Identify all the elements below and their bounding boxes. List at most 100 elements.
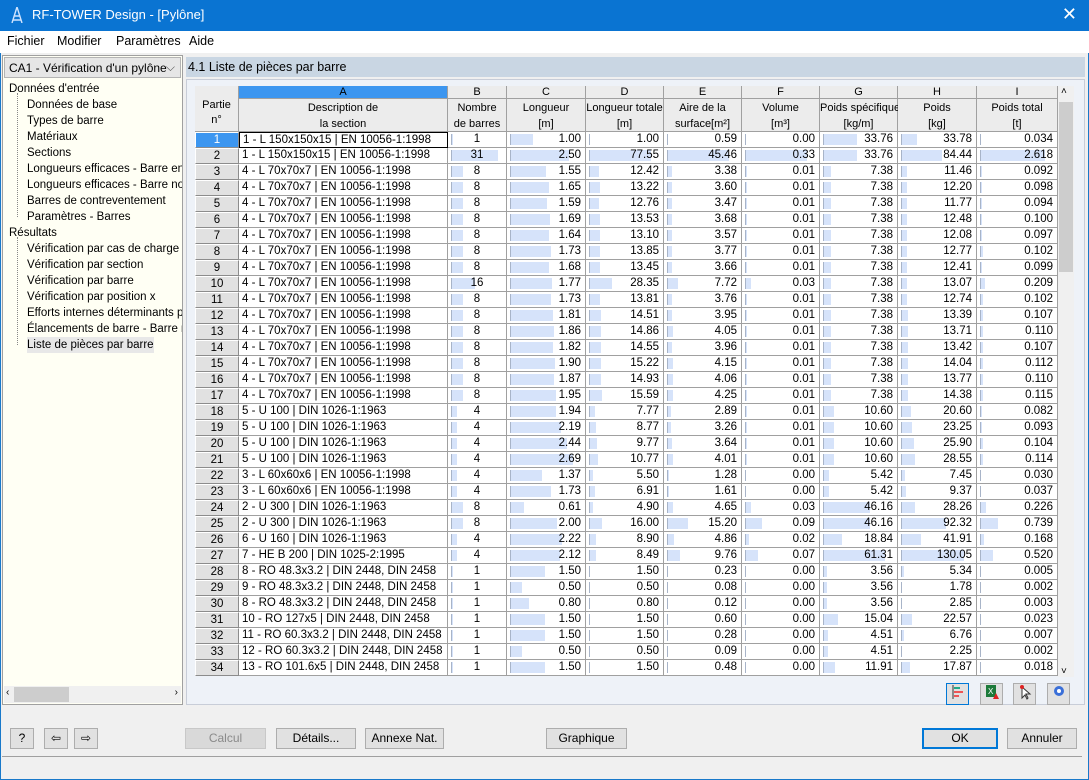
- tree-item[interactable]: Vérification par cas de charge: [27, 241, 179, 257]
- row-number[interactable]: 11: [195, 292, 239, 308]
- row-number[interactable]: 31: [195, 612, 239, 628]
- section-description[interactable]: 4 - L 70x70x7 | EN 10056-1:1998: [239, 228, 448, 244]
- row-number[interactable]: 28: [195, 564, 239, 580]
- section-description[interactable]: 8 - RO 48.3x3.2 | DIN 2448, DIN 2458: [239, 564, 448, 580]
- column-letter-A[interactable]: A: [239, 86, 448, 99]
- section-description[interactable]: 4 - L 70x70x7 | EN 10056-1:1998: [239, 276, 448, 292]
- tree-item[interactable]: Sections: [27, 145, 71, 161]
- details-button[interactable]: Détails...: [276, 728, 356, 749]
- tree-group-input[interactable]: Données d'entrée: [9, 81, 99, 97]
- tree-item[interactable]: Efforts internes déterminants pa: [27, 305, 182, 321]
- row-number[interactable]: 14: [195, 340, 239, 356]
- section-description[interactable]: 3 - L 60x60x6 | EN 10056-1:1998: [239, 468, 448, 484]
- section-description[interactable]: 4 - L 70x70x7 | EN 10056-1:1998: [239, 388, 448, 404]
- row-number[interactable]: 25: [195, 516, 239, 532]
- section-description[interactable]: 12 - RO 60.3x3.2 | DIN 2448, DIN 2458: [239, 644, 448, 660]
- help-icon[interactable]: ?: [10, 728, 34, 749]
- section-description[interactable]: 11 - RO 60.3x3.2 | DIN 2448, DIN 2458: [239, 628, 448, 644]
- menu-parametres[interactable]: Paramètres: [116, 34, 181, 48]
- section-description[interactable]: 9 - RO 48.3x3.2 | DIN 2448, DIN 2458: [239, 580, 448, 596]
- section-description[interactable]: 4 - L 70x70x7 | EN 10056-1:1998: [239, 212, 448, 228]
- row-number[interactable]: 17: [195, 388, 239, 404]
- row-number[interactable]: 6: [195, 212, 239, 228]
- excel-export-icon[interactable]: X: [980, 683, 1003, 705]
- row-number[interactable]: 21: [195, 452, 239, 468]
- row-number[interactable]: 13: [195, 324, 239, 340]
- section-description[interactable]: 6 - U 160 | DIN 1026-1:1963: [239, 532, 448, 548]
- row-number[interactable]: 15: [195, 356, 239, 372]
- section-description[interactable]: 4 - L 70x70x7 | EN 10056-1:1998: [239, 308, 448, 324]
- column-letter-I[interactable]: I: [977, 86, 1058, 99]
- tree-item[interactable]: Paramètres - Barres: [27, 209, 131, 225]
- section-description[interactable]: 4 - L 70x70x7 | EN 10056-1:1998: [239, 324, 448, 340]
- tree-item[interactable]: Vérification par barre: [27, 273, 134, 289]
- column-letter-D[interactable]: D: [586, 86, 664, 99]
- tree-item[interactable]: Longueurs efficaces - Barre non: [27, 177, 182, 193]
- ok-button[interactable]: OK: [922, 728, 998, 749]
- section-description[interactable]: 5 - U 100 | DIN 1026-1:1963: [239, 452, 448, 468]
- row-number[interactable]: 20: [195, 436, 239, 452]
- bar-chart-icon[interactable]: [946, 683, 969, 705]
- section-description[interactable]: 4 - L 70x70x7 | EN 10056-1:1998: [239, 196, 448, 212]
- annuler-button[interactable]: Annuler: [1007, 728, 1077, 749]
- row-number[interactable]: 10: [195, 276, 239, 292]
- section-description[interactable]: 4 - L 70x70x7 | EN 10056-1:1998: [239, 180, 448, 196]
- row-number[interactable]: 9: [195, 260, 239, 276]
- section-description[interactable]: 4 - L 70x70x7 | EN 10056-1:1998: [239, 292, 448, 308]
- section-description[interactable]: 4 - L 70x70x7 | EN 10056-1:1998: [239, 356, 448, 372]
- tree-item[interactable]: Longueurs efficaces - Barre en t: [27, 161, 182, 177]
- tree-item[interactable]: Élancements de barre - Barre no: [27, 321, 182, 337]
- graphique-button[interactable]: Graphique: [546, 728, 627, 749]
- tree-item[interactable]: Vérification par section: [27, 257, 143, 273]
- previous-icon[interactable]: ⇦: [44, 728, 68, 749]
- section-description[interactable]: 2 - U 300 | DIN 1026-1:1963: [239, 516, 448, 532]
- row-number[interactable]: 8: [195, 244, 239, 260]
- row-number[interactable]: 26: [195, 532, 239, 548]
- column-letter-E[interactable]: E: [664, 86, 742, 99]
- tree-item[interactable]: Types de barre: [27, 113, 104, 129]
- section-description[interactable]: 13 - RO 101.6x5 | DIN 2448, DIN 2458: [239, 660, 448, 676]
- eye-icon[interactable]: [1047, 683, 1070, 705]
- section-description[interactable]: 5 - U 100 | DIN 1026-1:1963: [239, 436, 448, 452]
- section-description[interactable]: 10 - RO 127x5 | DIN 2448, DIN 2458: [239, 612, 448, 628]
- row-number[interactable]: 18: [195, 404, 239, 420]
- column-letter-B[interactable]: B: [448, 86, 507, 99]
- row-number[interactable]: 24: [195, 500, 239, 516]
- section-description[interactable]: 4 - L 70x70x7 | EN 10056-1:1998: [239, 244, 448, 260]
- tree-item[interactable]: Barres de contreventement: [27, 193, 166, 209]
- row-number[interactable]: 12: [195, 308, 239, 324]
- column-letter-C[interactable]: C: [507, 86, 586, 99]
- row-number[interactable]: 3: [195, 164, 239, 180]
- section-description[interactable]: 4 - L 70x70x7 | EN 10056-1:1998: [239, 164, 448, 180]
- row-number[interactable]: 19: [195, 420, 239, 436]
- row-number[interactable]: 33: [195, 644, 239, 660]
- tree-item[interactable]: Données de base: [27, 97, 117, 113]
- row-number[interactable]: 16: [195, 372, 239, 388]
- section-description[interactable]: 1 - L 150x150x15 | EN 10056-1:1998: [239, 132, 448, 148]
- tree-item[interactable]: Vérification par position x: [27, 289, 155, 305]
- next-icon[interactable]: ⇨: [74, 728, 98, 749]
- column-letter-F[interactable]: F: [742, 86, 820, 99]
- close-icon[interactable]: ✕: [1062, 4, 1077, 25]
- section-description[interactable]: 4 - L 70x70x7 | EN 10056-1:1998: [239, 372, 448, 388]
- section-description[interactable]: 5 - U 100 | DIN 1026-1:1963: [239, 420, 448, 436]
- row-number[interactable]: 23: [195, 484, 239, 500]
- row-number[interactable]: 5: [195, 196, 239, 212]
- row-number[interactable]: 29: [195, 580, 239, 596]
- menu-aide[interactable]: Aide: [189, 34, 214, 48]
- annexe-nat-button[interactable]: Annexe Nat. ...: [365, 728, 444, 764]
- tree-item[interactable]: Matériaux: [27, 129, 78, 145]
- row-number[interactable]: 27: [195, 548, 239, 564]
- row-number[interactable]: 4: [195, 180, 239, 196]
- section-description[interactable]: 7 - HE B 200 | DIN 1025-2:1995: [239, 548, 448, 564]
- horizontal-scrollbar[interactable]: ‹ ›: [4, 686, 181, 703]
- section-description[interactable]: 2 - U 300 | DIN 1026-1:1963: [239, 500, 448, 516]
- section-description[interactable]: 1 - L 150x150x15 | EN 10056-1:1998: [239, 148, 448, 164]
- row-number[interactable]: 2: [195, 148, 239, 164]
- section-description[interactable]: 4 - L 70x70x7 | EN 10056-1:1998: [239, 340, 448, 356]
- select-pointer-icon[interactable]: [1013, 683, 1036, 705]
- row-number[interactable]: 22: [195, 468, 239, 484]
- vertical-scrollbar[interactable]: ˄ ˅: [1058, 86, 1074, 677]
- column-letter-G[interactable]: G: [820, 86, 898, 99]
- row-number[interactable]: 34: [195, 660, 239, 676]
